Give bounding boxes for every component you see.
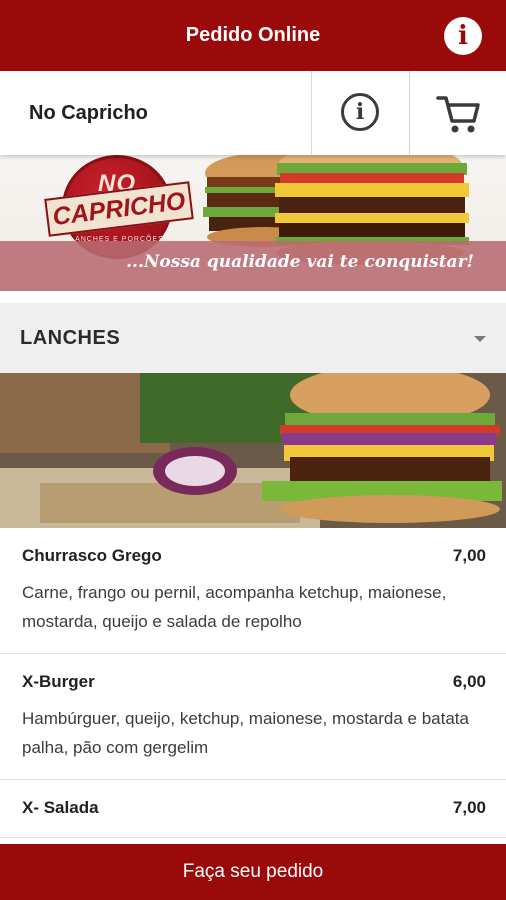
category-selector[interactable]: LANCHES (0, 303, 506, 373)
info-icon[interactable]: i (444, 17, 482, 55)
info-outline-icon: i (341, 93, 379, 131)
chevron-down-icon (474, 336, 486, 342)
category-image (0, 373, 506, 528)
item-price: 7,00 (452, 546, 486, 565)
menu-item[interactable]: Churrasco Grego 7,00 Carne, frango ou pe… (0, 528, 506, 654)
banner-slogan: ...Nossa qualidade vai te conquistar! (126, 252, 474, 272)
place-order-button[interactable]: Faça seu pedido (0, 844, 506, 900)
burger-photo (0, 373, 506, 528)
item-name: X- Salada (22, 798, 99, 817)
item-description: Carne, frango ou pernil, acompanha ketch… (22, 583, 447, 631)
menu-item[interactable]: X- Salada 7,00 (0, 780, 506, 838)
category-label: LANCHES (20, 327, 121, 349)
item-name: X-Burger (22, 672, 95, 691)
item-description: Hambúrguer, queijo, ketchup, maionese, m… (22, 709, 469, 757)
store-header: No Capricho i (0, 71, 506, 155)
item-name: Churrasco Grego (22, 546, 162, 565)
cart-icon (436, 96, 480, 133)
app-screen: Pedido Online i No Capricho i NO LANCHES… (0, 0, 506, 900)
app-bar: Pedido Online i (0, 0, 506, 71)
store-info-button[interactable]: i (312, 71, 409, 155)
cart-button[interactable] (410, 71, 506, 155)
menu-item[interactable]: X-Burger 6,00 Hambúrguer, queijo, ketchu… (0, 654, 506, 780)
app-title: Pedido Online (185, 24, 321, 46)
store-banner: NO LANCHES E PORÇÕES CAPRICHO ...Nossa q… (0, 155, 506, 291)
item-price: 7,00 (452, 798, 486, 817)
store-name: No Capricho (29, 102, 148, 124)
menu-list: Churrasco Grego 7,00 Carne, frango ou pe… (0, 528, 506, 838)
item-price: 6,00 (452, 672, 486, 691)
